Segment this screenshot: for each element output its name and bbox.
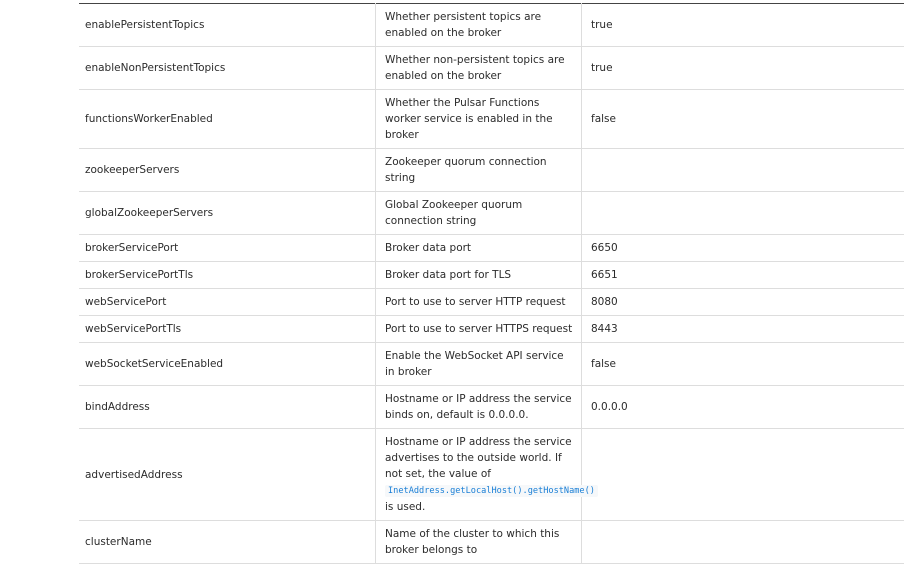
config-name: brokerServicePort — [79, 235, 376, 262]
config-description: Name of the cluster to which this broker… — [376, 521, 582, 564]
table-row: enableNonPersistentTopics Whether non-pe… — [79, 47, 904, 90]
config-name: brokerServicePortTls — [79, 262, 376, 289]
config-name: enablePersistentTopics — [79, 4, 376, 47]
config-default: true — [582, 4, 904, 47]
table-row: webServicePort Port to use to server HTT… — [79, 289, 904, 316]
config-description: Whether the Pulsar Functions worker serv… — [376, 90, 582, 149]
config-default: false — [582, 90, 904, 149]
table-row: enablePersistentTopics Whether persisten… — [79, 4, 904, 47]
config-name: clusterName — [79, 521, 376, 564]
inline-code: InetAddress.getLocalHost().getHostName() — [385, 485, 598, 497]
config-default: 0.0.0.0 — [582, 386, 904, 429]
table-row: webSocketServiceEnabled Enable the WebSo… — [79, 343, 904, 386]
table-row: brokerServicePortTls Broker data port fo… — [79, 262, 904, 289]
config-name: webServicePort — [79, 289, 376, 316]
config-name: zookeeperServers — [79, 149, 376, 192]
config-name: functionsWorkerEnabled — [79, 90, 376, 149]
description-text: is used. — [385, 501, 425, 513]
config-name: globalZookeeperServers — [79, 192, 376, 235]
table-row: webServicePortTls Port to use to server … — [79, 316, 904, 343]
table-row: advertisedAddress Hostname or IP address… — [79, 429, 904, 521]
table-row: clusterName Name of the cluster to which… — [79, 521, 904, 564]
config-name: webServicePortTls — [79, 316, 376, 343]
config-name: webSocketServiceEnabled — [79, 343, 376, 386]
config-name: bindAddress — [79, 386, 376, 429]
config-name: advertisedAddress — [79, 429, 376, 521]
config-description: Zookeeper quorum connection string — [376, 149, 582, 192]
config-description: Hostname or IP address the service binds… — [376, 386, 582, 429]
table-row: globalZookeeperServers Global Zookeeper … — [79, 192, 904, 235]
config-description: Whether persistent topics are enabled on… — [376, 4, 582, 47]
config-default — [582, 429, 904, 521]
config-default — [582, 521, 904, 564]
description-text: Hostname or IP address the service adver… — [385, 436, 572, 480]
table-row: functionsWorkerEnabled Whether the Pulsa… — [79, 90, 904, 149]
config-default — [582, 149, 904, 192]
config-description: Port to use to server HTTPS request — [376, 316, 582, 343]
config-description: Broker data port — [376, 235, 582, 262]
config-description: Port to use to server HTTP request — [376, 289, 582, 316]
config-default — [582, 192, 904, 235]
table-row: zookeeperServers Zookeeper quorum connec… — [79, 149, 904, 192]
config-default: true — [582, 47, 904, 90]
config-description: Global Zookeeper quorum connection strin… — [376, 192, 582, 235]
table-row: bindAddress Hostname or IP address the s… — [79, 386, 904, 429]
config-default: 6650 — [582, 235, 904, 262]
config-table: enablePersistentTopics Whether persisten… — [79, 3, 904, 564]
config-description: Broker data port for TLS — [376, 262, 582, 289]
config-default: 8080 — [582, 289, 904, 316]
config-default: false — [582, 343, 904, 386]
config-description: Enable the WebSocket API service in brok… — [376, 343, 582, 386]
config-description: Hostname or IP address the service adver… — [376, 429, 582, 521]
config-default: 6651 — [582, 262, 904, 289]
config-description: Whether non-persistent topics are enable… — [376, 47, 582, 90]
config-name: enableNonPersistentTopics — [79, 47, 376, 90]
table-row: brokerServicePort Broker data port 6650 — [79, 235, 904, 262]
config-default: 8443 — [582, 316, 904, 343]
